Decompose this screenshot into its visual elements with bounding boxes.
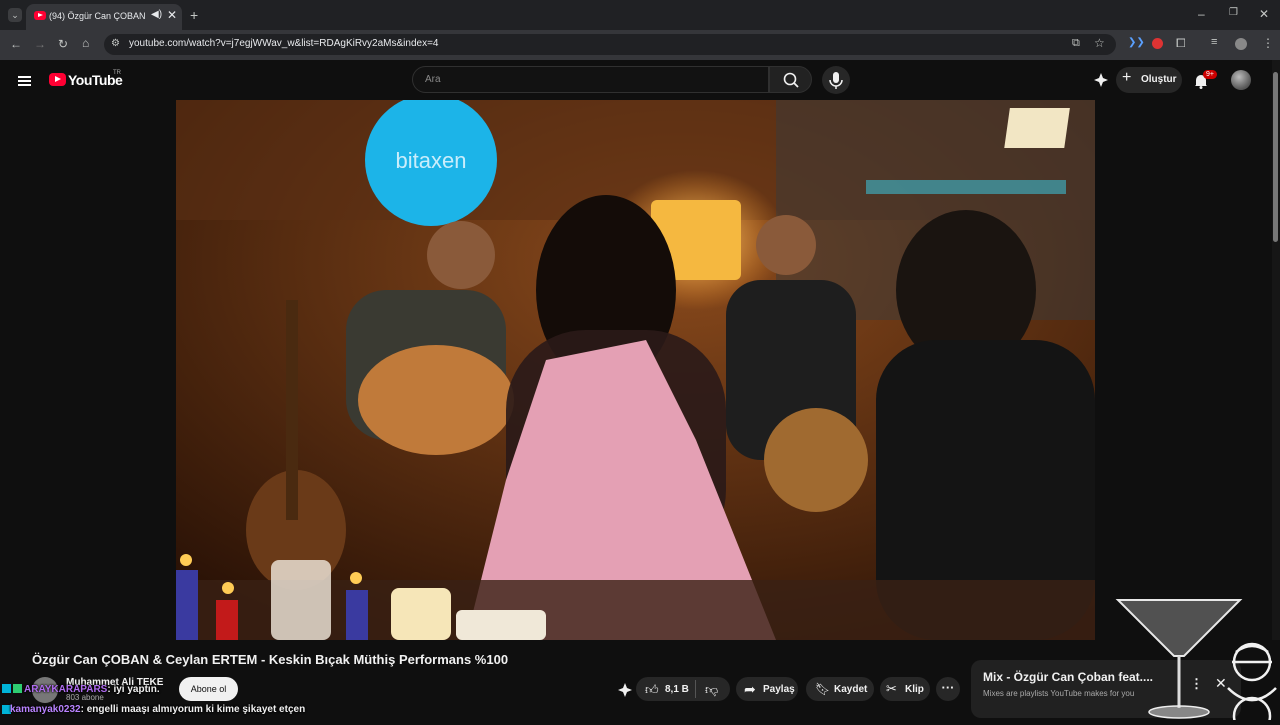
video-title: Özgür Can ÇOBAN & Ceylan ERTEM - Keskin … (32, 652, 509, 667)
chat-message-2: : engelli maaşı almıyorum ki kime şikaye… (80, 704, 306, 715)
ask-sparkle-icon[interactable] (617, 682, 633, 703)
search-icon (783, 72, 799, 88)
extension-1-icon[interactable]: ❯❯ (1128, 38, 1145, 48)
scrollbar-thumb[interactable] (1273, 72, 1278, 242)
bookmark-icon: 🔖︎ (815, 682, 831, 696)
save-label: Kaydet (834, 684, 868, 695)
forward-icon[interactable]: → (34, 38, 46, 50)
window-close-icon[interactable]: ✕ (1259, 8, 1269, 20)
scissors-icon: ✂ (886, 681, 897, 696)
studio-sparkle-icon[interactable] (1093, 72, 1109, 93)
account-avatar[interactable] (1231, 70, 1251, 90)
extensions-puzzle-icon[interactable]: ⧠ (1176, 37, 1186, 49)
url-text: youtube.com/watch?v=j7egjWWav_w&list=RDA… (129, 38, 439, 49)
chat-line-1: ARAYKARAPARS: iyi yaptın. (24, 684, 160, 695)
install-app-icon[interactable]: ⧉ (1072, 38, 1080, 49)
chat-message-1: : iyi yaptın. (107, 684, 160, 695)
browser-menu-icon[interactable]: ⋮ (1262, 37, 1274, 49)
search-input[interactable] (412, 66, 769, 93)
tab-close-icon[interactable]: ✕ (167, 8, 177, 22)
region-label: TR (113, 70, 121, 76)
browser-tab[interactable]: (94) Özgür Can ÇOBAN & C ◀) ✕ (26, 4, 182, 30)
audio-playing-icon[interactable]: ◀) (151, 9, 162, 20)
voice-search-button[interactable] (822, 66, 850, 94)
share-label: Paylaş (763, 684, 795, 695)
chat-user-1: ARAYKARAPARS (24, 684, 108, 695)
streamer-logo-icon (1222, 636, 1280, 725)
microphone-icon (829, 72, 843, 89)
hamburger-menu-icon[interactable] (18, 74, 31, 88)
share-icon: ➦ (744, 681, 756, 697)
extension-2-icon[interactable] (1152, 38, 1163, 49)
subscribe-button[interactable]: Abone ol (179, 677, 238, 701)
youtube-logo-icon[interactable] (49, 73, 66, 86)
plus-icon: + (1122, 69, 1132, 86)
clip-label: Klip (905, 684, 924, 695)
mix-subtitle: Mixes are playlists YouTube makes for yo… (983, 689, 1135, 698)
chat-line-2: kamanyak0232: engelli maaşı almıyorum ki… (10, 704, 305, 715)
chat-badge-2-icon (13, 684, 22, 693)
profile-icon[interactable] (1235, 38, 1247, 50)
restore-icon[interactable]: ❐ (1229, 8, 1238, 18)
tab-title: (94) Özgür Can ÇOBAN & C (49, 11, 147, 21)
reload-icon[interactable]: ↻ (58, 38, 68, 50)
new-tab-icon[interactable]: + (190, 8, 198, 22)
video-player[interactable]: bitaxen (176, 100, 1095, 640)
site-info-icon[interactable]: ⚙ (111, 39, 120, 49)
media-control-icon[interactable]: ≡ (1211, 37, 1217, 48)
tab-search-icon[interactable]: ⌄ (8, 8, 22, 22)
like-icon[interactable]: 👍︎ (645, 682, 659, 698)
notification-badge: 9+ (1203, 70, 1217, 79)
more-actions-icon[interactable]: ··· (936, 677, 960, 701)
back-icon[interactable]: ← (10, 38, 22, 50)
video-frame: bitaxen (176, 100, 1095, 640)
create-label: Oluştur (1141, 74, 1177, 85)
chat-user-2: kamanyak0232 (10, 704, 81, 715)
like-count[interactable]: 8,1 B (665, 684, 689, 695)
dislike-icon[interactable]: 👎︎ (705, 682, 718, 698)
youtube-favicon-icon (34, 11, 46, 20)
bookmark-star-icon[interactable]: ☆ (1094, 37, 1105, 49)
search-placeholder: Ara (425, 74, 441, 85)
minimize-icon[interactable]: – (1198, 8, 1205, 20)
chat-badge-icon (2, 684, 11, 693)
home-icon[interactable]: ⌂ (82, 37, 89, 49)
like-divider (695, 680, 696, 698)
brand-sign-text: bitaxen (396, 148, 467, 173)
search-button[interactable] (769, 66, 812, 93)
